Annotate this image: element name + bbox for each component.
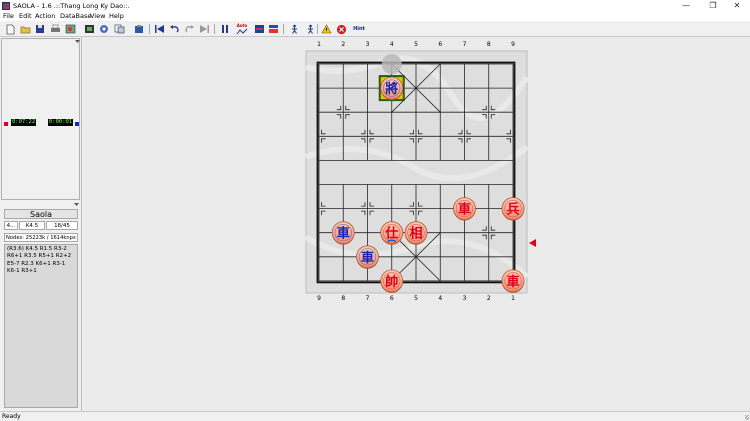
- piece-blue[interactable]: 車: [356, 245, 379, 269]
- file-label-top: 3: [366, 41, 370, 48]
- file-label-bottom: 7: [366, 295, 370, 302]
- minimize-button[interactable]: —: [673, 0, 699, 12]
- menu-database[interactable]: DataBase: [60, 12, 91, 21]
- piece-red[interactable]: 車: [453, 197, 476, 221]
- piece-glyph: 兵: [506, 202, 519, 218]
- xiangqi-board[interactable]: 1 2 3 4 5 6 7 8 99 8 7 6 5 4 3 2 1 將車 兵車仕相車帥車: [83, 37, 750, 411]
- menu-view[interactable]: View: [90, 12, 105, 21]
- engine-depth: 4...: [4, 221, 18, 230]
- auto-play-icon[interactable]: Auto: [235, 23, 249, 35]
- file-label-bottom: 2: [487, 295, 491, 302]
- ghost-piece: [381, 54, 402, 74]
- stop-icon[interactable]: [335, 23, 347, 35]
- principal-variation: (R3.6) K4.5 R1.5 R3-2 R6+1 R3.5 R5+1 R2+…: [4, 244, 78, 408]
- blue-player-marker: [75, 120, 79, 126]
- redo-icon[interactable]: [183, 23, 195, 35]
- paste-icon[interactable]: [133, 23, 145, 35]
- blue-clock: 0:00:01: [48, 119, 74, 126]
- last-move-icon[interactable]: [198, 23, 210, 35]
- file-label-top: 5: [414, 41, 418, 48]
- new-game-icon[interactable]: [4, 23, 16, 35]
- red-clock: 0:07:22: [11, 119, 37, 126]
- app-icon: [2, 2, 10, 10]
- save-icon[interactable]: [34, 23, 46, 35]
- pause-icon[interactable]: [218, 23, 230, 35]
- board-area: 123456789987654321 將車兵車仕相車帥車: [83, 37, 750, 411]
- piece-glyph: 車: [337, 226, 350, 242]
- piece-red[interactable]: 車: [501, 269, 525, 293]
- open-file-icon[interactable]: [19, 23, 31, 35]
- warning-icon[interactable]: [320, 23, 332, 35]
- menu-file[interactable]: File: [3, 12, 14, 21]
- piece-glyph: 車: [458, 202, 471, 218]
- print-icon[interactable]: [49, 23, 61, 35]
- piece-glyph: 將: [385, 81, 398, 97]
- file-label-bottom: 4: [438, 295, 442, 302]
- figure-2-icon[interactable]: [304, 23, 316, 35]
- file-label-bottom: 3: [463, 295, 467, 302]
- file-label-bottom: 6: [390, 295, 394, 302]
- piece-glyph: 車: [361, 250, 374, 266]
- piece-glyph: 仕: [384, 226, 398, 242]
- turn-indicator-icon: [529, 239, 536, 247]
- menu-edit[interactable]: Edit: [19, 12, 32, 21]
- file-label-top: 8: [487, 41, 491, 48]
- maximize-button[interactable]: ❐: [700, 0, 726, 12]
- book-icon[interactable]: [253, 23, 265, 35]
- toolbar: Auto Hint: [0, 21, 750, 37]
- resize-grip[interactable]: [745, 415, 749, 420]
- piece-red[interactable]: 兵: [501, 197, 525, 221]
- file-label-top: 2: [341, 41, 345, 48]
- piece-glyph: 車: [506, 274, 519, 290]
- figure-icon[interactable]: [288, 23, 300, 35]
- engine-progress: 18/45: [46, 221, 78, 230]
- piece-glyph: 帥: [385, 274, 398, 290]
- engine-nodes: Nodes: 25223k / 1614knps: [4, 233, 78, 242]
- status-text: Ready: [2, 413, 21, 420]
- menu-bar: File Edit Action DataBase View Help: [0, 12, 750, 21]
- window-title: SAOLA - 1.6 .::Thang Long Ky Dao::.: [13, 2, 130, 10]
- database-icon[interactable]: [267, 23, 279, 35]
- first-move-icon[interactable]: [153, 23, 165, 35]
- status-bar: Ready: [0, 411, 750, 421]
- move-from-marker: [381, 54, 402, 74]
- file-label-bottom: 8: [341, 295, 345, 302]
- left-panel: 0:07:22 0:00:01 Saola 4... K4.5 18/45 No…: [0, 37, 82, 411]
- menu-help[interactable]: Help: [109, 12, 124, 21]
- file-label-top: 6: [438, 41, 442, 48]
- piece-blue[interactable]: 將: [378, 75, 405, 102]
- file-label-bottom: 1: [511, 295, 515, 302]
- file-label-top: 4: [390, 41, 394, 48]
- piece-red[interactable]: 帥: [380, 269, 404, 293]
- undo-icon[interactable]: [168, 23, 180, 35]
- piece-red[interactable]: 仕: [380, 221, 404, 245]
- clock-panel: 0:07:22 0:00:01: [1, 38, 80, 200]
- setup-board-icon[interactable]: [64, 23, 76, 35]
- engine-best-move: K4.5: [19, 221, 45, 230]
- panel-arrow-icon[interactable]: [75, 40, 80, 44]
- copy-icon[interactable]: [113, 23, 125, 35]
- piece-glyph: 相: [409, 226, 422, 242]
- engine-panel-arrow-icon[interactable]: [74, 203, 79, 207]
- file-label-bottom: 9: [317, 295, 321, 302]
- piece-blue[interactable]: 車: [331, 221, 355, 245]
- file-label-bottom: 5: [414, 295, 418, 302]
- file-label-top: 7: [463, 41, 467, 48]
- close-button[interactable]: ✕: [724, 0, 750, 12]
- file-label-top: 1: [317, 41, 321, 48]
- engine-name: Saola: [4, 209, 78, 219]
- flip-board-icon[interactable]: [83, 23, 95, 35]
- red-player-marker: [4, 120, 8, 126]
- engine-icon[interactable]: [98, 23, 110, 35]
- menu-action[interactable]: Action: [35, 12, 55, 21]
- file-label-top: 9: [511, 41, 515, 48]
- title-bar: SAOLA - 1.6 .::Thang Long Ky Dao::. — ❐ …: [0, 0, 750, 12]
- piece-red[interactable]: 相: [404, 221, 428, 245]
- hint-button[interactable]: Hint: [351, 23, 367, 35]
